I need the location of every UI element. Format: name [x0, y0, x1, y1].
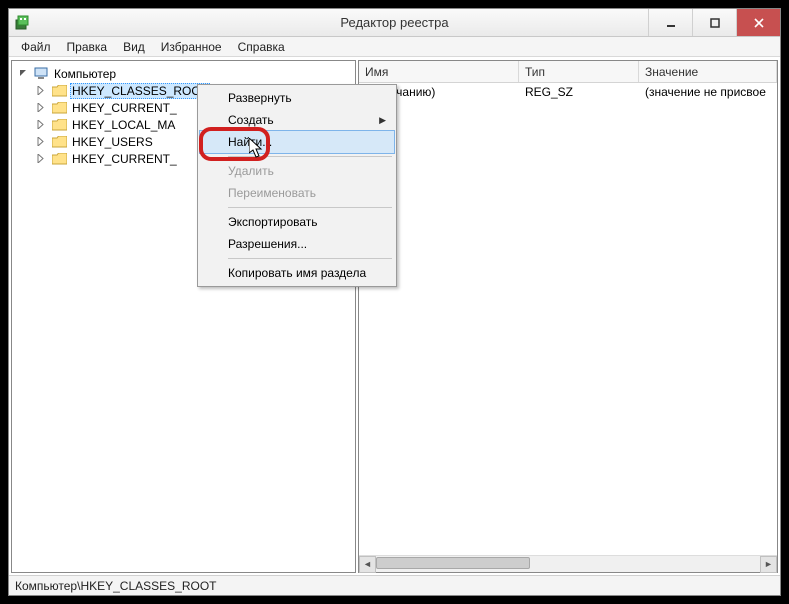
context-menu: Развернуть Создать ▶ Найти... Удалить Пе… [197, 84, 397, 287]
titlebar[interactable]: Редактор реестра [9, 9, 780, 37]
list-body[interactable]: ab олчанию) REG_SZ (значение не присвое [359, 83, 777, 555]
folder-icon [51, 101, 67, 115]
tree-root-label: Компьютер [52, 67, 118, 81]
tree-item-label: HKEY_USERS [70, 135, 155, 149]
expand-icon[interactable] [36, 119, 47, 130]
collapse-icon[interactable] [18, 68, 29, 79]
cm-delete[interactable]: Удалить [200, 160, 394, 182]
cm-create[interactable]: Создать ▶ [200, 109, 394, 131]
cm-separator [228, 207, 392, 208]
list-row[interactable]: ab олчанию) REG_SZ (значение не присвое [359, 83, 777, 100]
cm-copy-key-name[interactable]: Копировать имя раздела [200, 262, 394, 284]
tree-root[interactable]: Компьютер [18, 65, 355, 82]
status-path: Компьютер\HKEY_CLASSES_ROOT [15, 579, 217, 593]
horizontal-scrollbar[interactable]: ◄ ► [359, 555, 777, 572]
menu-help[interactable]: Справка [230, 38, 293, 56]
scroll-track[interactable] [376, 556, 760, 572]
column-header-value[interactable]: Значение [639, 61, 777, 82]
maximize-button[interactable] [692, 9, 736, 36]
list-header: Имя Тип Значение [359, 61, 777, 83]
cm-permissions[interactable]: Разрешения... [200, 233, 394, 255]
folder-icon [51, 135, 67, 149]
regedit-icon [15, 15, 31, 31]
cm-rename[interactable]: Переименовать [200, 182, 394, 204]
computer-icon [33, 67, 49, 81]
tree-item-label: HKEY_LOCAL_MA [70, 118, 177, 132]
column-header-name[interactable]: Имя [359, 61, 519, 82]
folder-icon [51, 84, 67, 98]
window-controls [648, 9, 780, 36]
menu-favorites[interactable]: Избранное [153, 38, 230, 56]
tree-item-label: HKEY_CURRENT_ [70, 101, 179, 115]
menubar: Файл Правка Вид Избранное Справка [9, 37, 780, 57]
submenu-arrow-icon: ▶ [379, 115, 386, 126]
expand-icon[interactable] [36, 136, 47, 147]
cm-separator [228, 258, 392, 259]
statusbar: Компьютер\HKEY_CLASSES_ROOT [9, 575, 780, 595]
value-data: (значение не присвое [639, 85, 777, 99]
scroll-right-button[interactable]: ► [760, 556, 777, 573]
expand-icon[interactable] [36, 85, 47, 96]
list-pane[interactable]: Имя Тип Значение ab олчанию) REG_SZ (зна… [358, 60, 778, 573]
scroll-thumb[interactable] [376, 557, 530, 569]
cm-expand[interactable]: Развернуть [200, 87, 394, 109]
close-button[interactable] [736, 9, 780, 36]
tree-item-label: HKEY_CURRENT_ [70, 152, 179, 166]
menu-file[interactable]: Файл [13, 38, 59, 56]
scroll-left-button[interactable]: ◄ [359, 556, 376, 573]
folder-icon [51, 152, 67, 166]
menu-edit[interactable]: Правка [59, 38, 116, 56]
minimize-button[interactable] [648, 9, 692, 36]
menu-view[interactable]: Вид [115, 38, 153, 56]
cm-separator [228, 156, 392, 157]
cm-find[interactable]: Найти... [199, 130, 395, 154]
expand-icon[interactable] [36, 153, 47, 164]
expand-icon[interactable] [36, 102, 47, 113]
tree-item-label: HKEY_CLASSES_ROOT [70, 83, 210, 99]
folder-icon [51, 118, 67, 132]
column-header-type[interactable]: Тип [519, 61, 639, 82]
cm-export[interactable]: Экспортировать [200, 211, 394, 233]
value-type: REG_SZ [519, 85, 639, 99]
